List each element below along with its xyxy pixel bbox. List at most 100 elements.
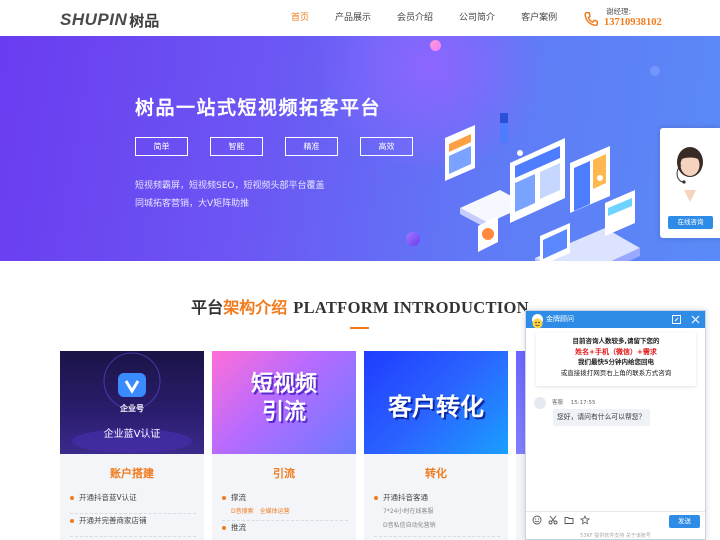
message-meta: 客服 15:17:55 — [552, 398, 595, 406]
site-logo[interactable]: SHUPIN 树品 — [60, 9, 159, 31]
notice-line: 或直接拨打网页右上角的联系方式咨询 — [560, 368, 672, 377]
folder-icon[interactable] — [564, 515, 574, 525]
bullet-dot — [222, 526, 226, 530]
nav-item-membership[interactable]: 会员介绍 — [384, 0, 446, 36]
nav-item-products[interactable]: 产品展示 — [322, 0, 384, 36]
card-subtag: 全媒体运营 — [259, 508, 290, 515]
section-title-highlight: 架构介绍 — [223, 298, 288, 317]
section-title-en: PLATFORM INTRODUCTION — [293, 298, 529, 317]
nav-item-cases[interactable]: 客户案例 — [508, 0, 570, 36]
card-subtag: D音搜索 — [231, 508, 254, 515]
card-item-text: 撑流 — [231, 493, 246, 502]
agent-name: 金牌顾问 — [546, 315, 574, 323]
card-subtag: D音私信自动化营销 — [383, 522, 436, 529]
banner-desc-line: 同城拓客营销，大V矩阵助推 — [135, 199, 250, 209]
card-badge-text: 企业号 — [120, 404, 144, 413]
section-title-part1: 平台 — [191, 298, 224, 317]
card-feature-list: 开通抖音蓝V认证 开通并完善商家店铺 设置 — [70, 491, 196, 540]
card-list-item: 开通抖音蓝V认证 — [70, 491, 196, 514]
card-list-item: 开通并完善商家店铺 — [70, 514, 196, 537]
feature-tag-efficient: 高效 — [360, 137, 413, 156]
phone-icon — [584, 11, 599, 27]
card-image-line: 短视频 — [250, 372, 317, 397]
bullet-dot — [70, 496, 74, 500]
card-item-text: 开通并完善商家店铺 — [79, 516, 147, 525]
feature-tags: 简单 智能 精准 高效 — [135, 137, 413, 156]
chat-notice: 目前咨询人数较多,请留下您的 姓名+手机（微信）+需求 我们最快5分钟内给您回电… — [536, 333, 696, 386]
bullet-dot — [222, 496, 226, 500]
nav-item-home[interactable]: 首页 — [278, 0, 322, 36]
card-title: 转化 — [425, 467, 447, 480]
card-subtags: D音私信自动化营销 — [383, 518, 500, 532]
site-header: SHUPIN 树品 首页 产品展示 会员介绍 公司简介 客户案例 谢经理: 13… — [0, 0, 720, 36]
card-image-text: 客户转化 — [388, 393, 484, 421]
banner-decoration — [406, 232, 420, 246]
message-time: 15:17:55 — [570, 400, 596, 406]
card-item-text: 推流 — [231, 523, 246, 532]
card-item-text: 开通抖音蓝V认证 — [79, 493, 137, 502]
agent-avatar-icon — [532, 318, 543, 329]
feature-tag-precise: 精准 — [285, 137, 338, 156]
agent-message-avatar — [534, 397, 546, 409]
message-bubble: 您好，请问有什么可以帮您？ — [553, 409, 650, 426]
send-button[interactable]: 发送 — [669, 515, 700, 528]
logo-text-cn: 树品 — [129, 11, 160, 30]
feature-tag-smart: 智能 — [210, 137, 263, 156]
card-subtags: 7*24小时在线客服 — [383, 504, 500, 518]
bullet-dot — [374, 496, 378, 500]
floating-consult-card[interactable]: 在线咨询 — [660, 128, 720, 238]
card-item-text: 开通抖音客通 — [383, 493, 428, 502]
phone-number[interactable]: 13710938102 — [604, 17, 662, 28]
contact-phone: 谢经理: 13710938102 — [582, 6, 682, 32]
platform-card-conversion[interactable]: 客户转化 转化 开通抖音客通 7*24小时在线客服 D音私信自动化营销 — [364, 351, 508, 540]
message-sender: 客服 — [552, 400, 564, 406]
card-title: 引流 — [273, 467, 295, 480]
banner-description: 短视频霸屏，短视频SEO，短视频头部平台覆盖 同城拓客营销，大V矩阵助推 — [135, 177, 325, 213]
dashboard-illustration — [445, 113, 640, 261]
card-image-line: 引流 — [261, 400, 306, 425]
notice-line: 姓名+手机（微信）+需求 — [575, 347, 657, 356]
banner-decoration — [650, 66, 660, 76]
card-feature-list: 开通抖音客通 7*24小时在线客服 D音私信自动化营销 — [374, 491, 500, 537]
feature-tag-simple: 简单 — [135, 137, 188, 156]
card-subtags: D音搜索 全媒体运营 — [231, 504, 348, 518]
phone-label: 谢经理: — [606, 7, 632, 16]
card-feature-list: 撑流 D音搜索 全媒体运营 推流 — [222, 491, 348, 540]
banner-desc-line: 短视频霸屏，短视频SEO，短视频头部平台覆盖 — [135, 181, 325, 191]
chat-footer: 53KF 提供软件支持 关于该账号 — [580, 533, 651, 539]
card-image-text: 企业蓝V认证 — [103, 429, 161, 440]
online-consult-button[interactable]: 在线咨询 — [668, 216, 713, 229]
card-list-item: 开通抖音客通 7*24小时在线客服 D音私信自动化营销 — [374, 491, 500, 537]
close-icon[interactable] — [690, 314, 701, 325]
banner-decoration — [430, 40, 441, 51]
banner-title: 树品一站式短视频拓客平台 — [135, 97, 382, 119]
notice-line: 我们最快5分钟内给您回电 — [577, 358, 655, 366]
agent-avatar — [532, 314, 543, 329]
scissors-icon[interactable] — [548, 515, 558, 525]
notice-line: 目前咨询人数较多,请留下您的 — [572, 337, 660, 345]
card-list-item: 推流 — [222, 521, 348, 540]
page: SHUPIN 树品 首页 产品展示 会员介绍 公司简介 客户案例 谢经理: 13… — [0, 0, 720, 540]
section-underline — [350, 327, 369, 329]
platform-card-traffic[interactable]: 短视频 引流 引流 撑流 D音搜索 全媒体运营 推流 — [212, 351, 356, 540]
expand-icon[interactable] — [671, 314, 682, 325]
bullet-dot — [70, 519, 74, 523]
card-subtag: 7*24小时在线客服 — [383, 508, 434, 515]
card-image: 客户转化 — [364, 351, 508, 454]
card-image: 企业号 企业蓝V认证 — [60, 351, 204, 454]
star-icon[interactable] — [580, 515, 590, 525]
customer-service-avatar — [672, 147, 708, 214]
chat-window: 金牌顾问 目前咨询人数较多,请留下您的 姓名+手机（微信）+需求 我们最快5分钟… — [525, 310, 706, 540]
logo-text-en: SHUPIN — [60, 10, 128, 29]
card-title: 账户搭建 — [110, 467, 154, 480]
chat-header: 金牌顾问 — [526, 311, 705, 329]
main-nav: 首页 产品展示 会员介绍 公司简介 客户案例 — [278, 0, 570, 36]
card-list-item: 撑流 D音搜索 全媒体运营 — [222, 491, 348, 521]
chat-divider — [526, 511, 705, 512]
emoji-icon[interactable] — [532, 515, 542, 525]
hero-banner: 树品一站式短视频拓客平台 简单 智能 精准 高效 短视频霸屏，短视频SEO，短视… — [0, 36, 720, 261]
nav-item-about[interactable]: 公司简介 — [446, 0, 508, 36]
card-image: 短视频 引流 — [212, 351, 356, 454]
card-image-headline: 短视频 引流 — [212, 371, 356, 427]
platform-card-account[interactable]: 企业号 企业蓝V认证 账户搭建 开通抖音蓝V认证 开通并完善商家店铺 设置 — [60, 351, 204, 540]
